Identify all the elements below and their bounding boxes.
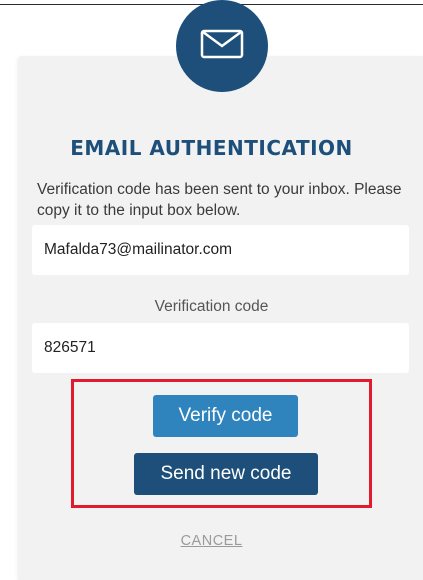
verification-code-input[interactable]: 826571 <box>32 323 409 373</box>
email-field[interactable]: Mafalda73@mailinator.com <box>32 225 409 275</box>
send-new-code-button[interactable]: Send new code <box>134 453 318 495</box>
verification-code-label: Verification code <box>154 298 269 315</box>
cancel-link[interactable]: CANCEL <box>0 533 423 549</box>
envelope-badge <box>176 0 268 92</box>
instructions-text: Verification code has been sent to your … <box>37 181 402 219</box>
verify-code-button[interactable]: Verify code <box>153 395 298 437</box>
envelope-icon <box>200 29 244 64</box>
page-title: EMAIL AUTHENTICATION <box>70 136 353 160</box>
